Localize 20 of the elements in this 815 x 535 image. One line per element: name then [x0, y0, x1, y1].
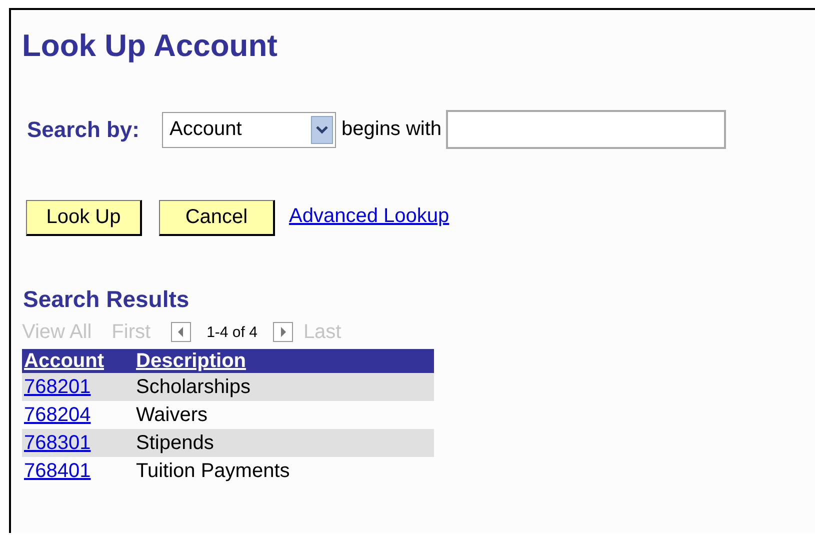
- action-button[interactable]: Cancel: [159, 200, 275, 236]
- page-count: 1-4 of 4: [206, 324, 258, 340]
- search-label: Search by:: [27, 116, 140, 142]
- table-cell: Waivers: [136, 404, 208, 426]
- table-cell: Tuition Payments: [136, 460, 290, 482]
- table-cell: Scholarships: [136, 376, 251, 398]
- table-cell: Stipends: [136, 432, 214, 454]
- account-number-link[interactable]: 768201: [24, 376, 91, 398]
- section-title: Search Results: [23, 286, 190, 313]
- action-button[interactable]: Look Up: [26, 200, 142, 236]
- account-number-link[interactable]: 768401: [24, 460, 91, 482]
- search-by-dropdown[interactable]: Account: [162, 112, 336, 148]
- account-number-link[interactable]: 768301: [24, 432, 91, 454]
- search-value-field[interactable]: [446, 110, 726, 149]
- advanced-lookup-link[interactable]: Advanced Lookup: [289, 204, 450, 228]
- column-header-link[interactable]: Account: [24, 350, 104, 372]
- operator-label: begins with: [342, 118, 442, 141]
- page-title: Look Up Account: [22, 28, 278, 64]
- account-number-link[interactable]: 768204: [24, 404, 91, 426]
- column-header-link[interactable]: Description: [136, 350, 246, 372]
